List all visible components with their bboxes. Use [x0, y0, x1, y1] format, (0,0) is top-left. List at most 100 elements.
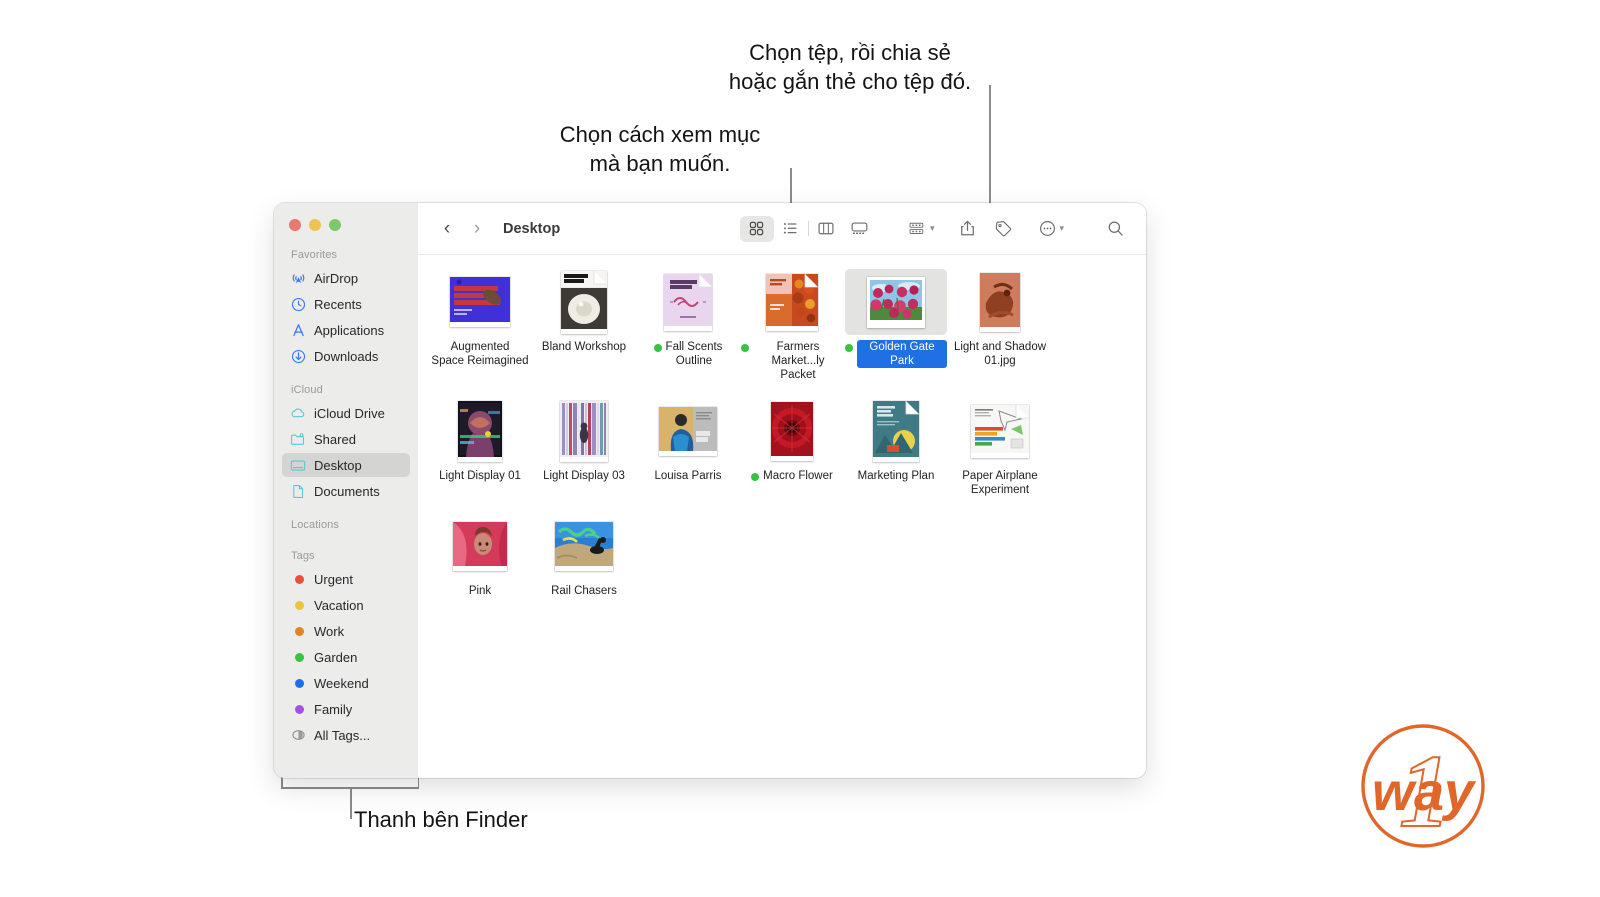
file-thumbnail[interactable]: [845, 398, 947, 464]
file-thumbnail[interactable]: [429, 269, 531, 335]
sidebar-item-weekend[interactable]: Weekend: [282, 671, 410, 695]
clock-icon: [290, 296, 306, 312]
file-item[interactable]: Bland Workshop: [533, 269, 635, 382]
group-by-button[interactable]: [903, 216, 933, 242]
sidebar-item-work[interactable]: Work: [282, 619, 410, 643]
file-item[interactable]: Golden Gate Park: [845, 269, 947, 382]
sidebar-item-label: Urgent: [314, 571, 354, 587]
list-view-button[interactable]: [774, 216, 808, 242]
file-item[interactable]: Macro Flower: [741, 398, 843, 497]
file-thumbnail[interactable]: [741, 398, 843, 464]
watermark-logo: way 1: [1355, 718, 1491, 854]
more-options-button[interactable]: [1032, 216, 1062, 242]
file-item[interactable]: Augmented Space Reimagined: [429, 269, 531, 382]
fall-scents-thumbnail-image: [664, 273, 712, 331]
sidebar-item-family[interactable]: Family: [282, 697, 410, 721]
view-mode-segmented-control[interactable]: [739, 215, 877, 242]
file-name-label: Marketing Plan: [857, 470, 935, 482]
file-label-row: Bland Workshop: [533, 340, 635, 354]
share-button[interactable]: [952, 216, 982, 242]
close-button[interactable]: [289, 219, 301, 231]
sidebar-item-label: Garden: [314, 649, 358, 665]
sidebar-item-airdrop[interactable]: AirDrop: [282, 266, 410, 290]
sidebar-item-label: Desktop: [314, 457, 362, 473]
minimize-button[interactable]: [309, 219, 321, 231]
group-by-chevron-down-icon[interactable]: ▾: [930, 223, 935, 234]
tag-dot-icon: [295, 678, 304, 688]
file-thumbnail[interactable]: [845, 269, 947, 335]
file-item[interactable]: Marketing Plan: [845, 398, 947, 497]
sidebar-item-label: Vacation: [314, 597, 364, 613]
sidebar-item-label: Documents: [314, 483, 380, 499]
sidebar-item-desktop[interactable]: Desktop: [282, 453, 410, 477]
finder-toolbar[interactable]: ‹ › Desktop ▾ ▾: [418, 203, 1146, 255]
sidebar-item-all-tags[interactable]: All Tags...: [282, 723, 410, 747]
leader-line-sidebar: [350, 787, 352, 819]
golden-gate-thumbnail-image: [867, 276, 925, 328]
file-label-row: Light Display 01: [429, 469, 531, 483]
sidebar-item-icloud-drive[interactable]: iCloud Drive: [282, 401, 410, 425]
file-tag-dot-icon: [653, 343, 662, 352]
file-item[interactable]: Louisa Parris: [637, 398, 739, 497]
file-name-label: Louisa Parris: [654, 470, 722, 482]
file-name-label: Light and Shadow 01.jpg: [953, 341, 1047, 367]
file-thumbnail[interactable]: [637, 269, 739, 335]
tag-button[interactable]: [988, 216, 1018, 242]
sidebar-item-documents[interactable]: Documents: [282, 479, 410, 503]
file-label-row: Golden Gate Park: [845, 340, 947, 368]
finder-window[interactable]: Favorites AirDrop Recents Applications D…: [274, 203, 1146, 778]
file-label-row: Pink: [429, 584, 531, 598]
file-label-row: Light and Shadow 01.jpg: [949, 340, 1051, 368]
file-item[interactable]: Fall Scents Outline: [637, 269, 739, 382]
file-item[interactable]: Rail Chasers: [533, 513, 635, 598]
file-thumbnail[interactable]: [949, 269, 1051, 335]
macro-flower-thumbnail-image: [771, 401, 813, 461]
gallery-view-button[interactable]: [843, 216, 877, 242]
window-controls[interactable]: [274, 217, 418, 231]
file-item[interactable]: Farmers Market...ly Packet: [741, 269, 843, 382]
file-thumbnail[interactable]: [949, 398, 1051, 464]
file-thumbnail[interactable]: [637, 398, 739, 464]
file-label-row: Farmers Market...ly Packet: [741, 340, 843, 382]
sidebar-item-label: All Tags...: [314, 727, 371, 743]
file-item[interactable]: Light and Shadow 01.jpg: [949, 269, 1051, 382]
sidebar-item-shared[interactable]: Shared: [282, 427, 410, 451]
file-item[interactable]: Light Display 03: [533, 398, 635, 497]
file-thumbnail[interactable]: [533, 513, 635, 579]
file-item[interactable]: Pink: [429, 513, 531, 598]
airdrop-icon: [290, 270, 306, 286]
sidebar-item-recents[interactable]: Recents: [282, 292, 410, 316]
light-shadow-thumbnail-image: [980, 272, 1020, 332]
finder-sidebar[interactable]: Favorites AirDrop Recents Applications D…: [274, 203, 418, 778]
icon-view-button[interactable]: [739, 215, 774, 242]
tag-dot-icon: [290, 675, 306, 691]
column-view-button[interactable]: [809, 216, 843, 242]
sidebar-item-applications[interactable]: Applications: [282, 318, 410, 342]
file-label-row: Marketing Plan: [845, 469, 947, 483]
file-item[interactable]: Light Display 01: [429, 398, 531, 497]
bland-workshop-thumbnail-image: [561, 270, 607, 334]
zoom-button[interactable]: [329, 219, 341, 231]
farmers-market-thumbnail-image: [766, 273, 818, 331]
more-options-chevron-down-icon[interactable]: ▾: [1059, 223, 1064, 234]
sidebar-item-garden[interactable]: Garden: [282, 645, 410, 669]
file-thumbnail[interactable]: [533, 398, 635, 464]
file-item[interactable]: Paper Airplane Experiment: [949, 398, 1051, 497]
forward-button[interactable]: ›: [462, 219, 492, 238]
file-name-label: Rail Chasers: [551, 585, 617, 597]
file-label-row: Paper Airplane Experiment: [949, 469, 1051, 497]
svg-text:1: 1: [1399, 734, 1451, 849]
file-thumbnail[interactable]: [741, 269, 843, 335]
annotation-top-right: Chọn tệp, rồi chia sẻ hoặc gắn thẻ cho t…: [728, 40, 972, 95]
file-thumbnail[interactable]: [429, 398, 531, 464]
file-grid[interactable]: Augmented Space Reimagined Bland Worksho…: [418, 255, 1146, 778]
back-button[interactable]: ‹: [432, 219, 462, 238]
sidebar-item-downloads[interactable]: Downloads: [282, 344, 410, 368]
tag-dot-icon: [295, 626, 304, 636]
file-thumbnail[interactable]: [429, 513, 531, 579]
sidebar-item-urgent[interactable]: Urgent: [282, 567, 410, 591]
desktop-icon: [290, 457, 306, 473]
sidebar-item-vacation[interactable]: Vacation: [282, 593, 410, 617]
file-thumbnail[interactable]: [533, 269, 635, 335]
search-button[interactable]: [1100, 216, 1130, 242]
